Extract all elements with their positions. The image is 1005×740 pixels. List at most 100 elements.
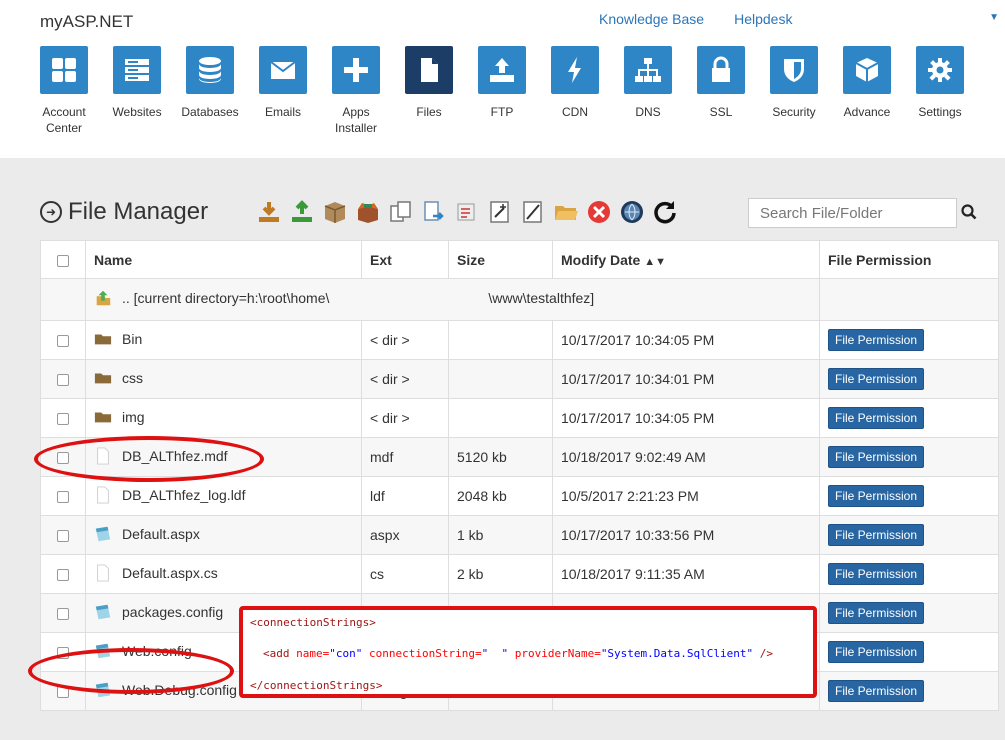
new-file-button[interactable] [486,198,513,225]
tile-cdn[interactable]: CDN [551,46,599,136]
rename-button[interactable] [453,198,480,225]
tile-ftp[interactable]: FTP [478,46,526,136]
table-row[interactable]: Default.aspx aspx 1 kb 10/17/2017 10:33:56 … [40,515,999,555]
delete-button[interactable] [585,198,612,225]
knowledge-base-link[interactable]: Knowledge Base [599,11,704,27]
file-permission-button[interactable]: File Permission [828,485,925,507]
file-ext: cs [361,554,449,594]
header: myASP.NET Knowledge Base Helpdesk ▼ Acco… [0,0,1005,158]
row-checkbox[interactable] [57,530,69,543]
tile-label: CDN [562,105,588,119]
helpdesk-link[interactable]: Helpdesk [734,11,792,27]
file-permission-button[interactable]: File Permission [828,602,925,624]
tile-label: Advance [843,105,891,119]
row-checkbox[interactable] [57,335,69,348]
file-size: 5120 kb [448,437,553,477]
row-checkbox[interactable] [57,647,69,660]
file-name[interactable]: Bin [122,331,142,347]
tile-settings[interactable]: Settings [916,46,964,136]
account-dropdown-icon[interactable]: ▼ [989,12,999,23]
current-directory-row[interactable]: .. [current directory=h:\root\home\ \www\… [40,278,999,321]
tile-dns[interactable]: DNS [624,46,672,136]
row-checkbox[interactable] [57,413,69,426]
tile-label: FTP [490,105,514,119]
up-directory-icon[interactable] [94,289,112,307]
file-date: 10/17/2017 10:34:05 PM [552,320,820,360]
file-name[interactable]: Web.Debug.config [122,682,237,698]
tile-emails[interactable]: Emails [259,46,307,136]
new-folder-button[interactable] [552,198,579,225]
file-permission-button[interactable]: File Permission [828,407,925,429]
move-file-icon [423,200,444,221]
file-permission-button[interactable]: File Permission [828,680,925,702]
table-row[interactable]: DB_ALThfez.mdf mdf 5120 kb 10/18/2017 9:02:… [40,437,999,477]
row-checkbox[interactable] [57,374,69,387]
tile-databases[interactable]: Databases [181,46,239,136]
row-checkbox[interactable] [57,608,69,621]
search-icon[interactable] [961,204,977,220]
brand-logo[interactable]: myASP.NET [40,12,133,32]
file-name[interactable]: css [122,370,143,386]
top-links: Knowledge Base Helpdesk [599,11,792,27]
file-date: 10/5/2017 2:21:23 PM [552,476,820,516]
file-permission-button[interactable]: File Permission [828,641,925,663]
file-name[interactable]: DB_ALThfez_log.ldf [122,487,245,503]
column-header-name[interactable]: Name [85,240,362,279]
row-checkbox[interactable] [57,569,69,582]
column-header-date[interactable]: Modify Date ▲▼ [552,240,820,279]
row-checkbox[interactable] [57,491,69,504]
edit-button[interactable] [519,198,546,225]
table-row[interactable]: css < dir > 10/17/2017 10:34:01 PM File Per… [40,359,999,399]
new-file-icon [489,200,509,223]
extract-button[interactable] [354,198,381,225]
table-row[interactable]: Bin < dir > 10/17/2017 10:34:05 PM File Per… [40,320,999,360]
file-size: 2048 kb [448,476,553,516]
cube-icon [855,58,879,82]
move-button[interactable] [420,198,447,225]
tile-account-center[interactable]: Account Center [40,46,88,136]
file-permission-button[interactable]: File Permission [828,446,925,468]
tile-label: Emails [264,105,301,119]
row-checkbox[interactable] [57,452,69,465]
table-row[interactable]: Default.aspx.cs cs 2 kb 10/18/2017 9:11:35 … [40,554,999,594]
download-button[interactable] [255,198,282,225]
tile-advance[interactable]: Advance [843,46,891,136]
file-permission-button[interactable]: File Permission [828,563,925,585]
file-toolbar [255,198,678,225]
file-permission-button[interactable]: File Permission [828,524,925,546]
file-permission-button[interactable]: File Permission [828,368,925,390]
tile-apps-installer[interactable]: Apps Installer [332,46,380,136]
tile-security[interactable]: Security [770,46,818,136]
sitemap-icon [635,58,661,82]
file-name[interactable]: Web.config [122,643,192,659]
refresh-button[interactable] [651,198,678,225]
file-permission-button[interactable]: File Permission [828,329,925,351]
tile-files[interactable]: Files [405,46,453,136]
tile-ssl[interactable]: SSL [697,46,745,136]
file-name[interactable]: Default.aspx.cs [122,565,218,581]
upload-button[interactable] [288,198,315,225]
search-input[interactable] [748,198,957,228]
file-name[interactable]: img [122,409,145,425]
table-row[interactable]: img < dir > 10/17/2017 10:34:05 PM File Per… [40,398,999,438]
file-name[interactable]: DB_ALThfez.mdf [122,448,228,464]
compress-button[interactable] [321,198,348,225]
column-header-size[interactable]: Size [448,240,553,279]
file-name[interactable]: packages.config [122,604,223,620]
file-name[interactable]: Default.aspx [122,526,200,542]
copy-button[interactable] [387,198,414,225]
file-icon [421,58,438,82]
config-file-icon [95,604,111,619]
tile-label: Databases [181,105,239,119]
folder-icon [94,373,112,383]
sort-icon: ▲▼ [644,255,667,268]
row-checkbox[interactable] [57,686,69,699]
table-row[interactable]: DB_ALThfez_log.ldf ldf 2048 kb 10/5/2017 2:… [40,476,999,516]
tile-label: Websites [112,105,162,119]
tile-websites[interactable]: Websites [112,46,162,136]
permission-button[interactable] [618,198,645,225]
control-panel-tiles: Account Center Websites Databases Emails… [40,46,989,136]
column-header-ext[interactable]: Ext [361,240,449,279]
tile-label: Apps Installer [334,105,378,135]
select-all-checkbox[interactable] [57,254,69,267]
